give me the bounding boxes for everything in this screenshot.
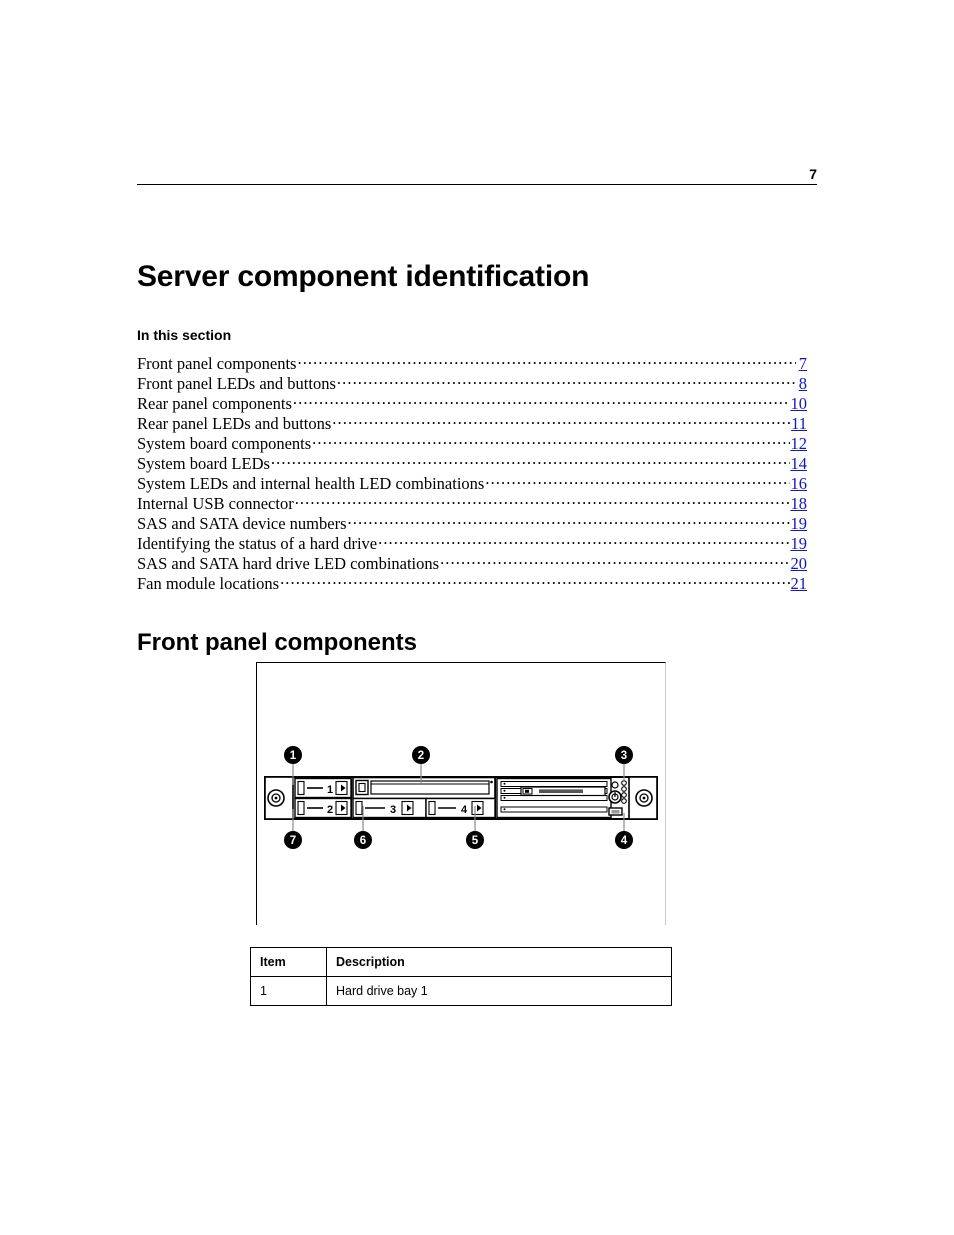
hard-drive-bay-2: 2: [294, 797, 352, 819]
callout-number: 5: [472, 835, 479, 847]
svg-text:1: 1: [327, 784, 333, 796]
callout-bubble-3: 3: [615, 746, 633, 764]
right-rack-ear: [628, 776, 658, 820]
callout-number: 1: [290, 750, 297, 762]
callout-group-top: 1 2 3: [284, 746, 633, 764]
callout-bubble-1: 1: [284, 746, 302, 764]
callout-number: 3: [621, 750, 627, 762]
toc-leader-dots: [295, 495, 790, 509]
callout-bubble-5: 5: [466, 831, 484, 849]
toc-entry-page-number[interactable]: 16: [791, 474, 808, 494]
toc-entry-page-number[interactable]: 12: [791, 434, 808, 454]
table-row: 1 Hard drive bay 1: [250, 976, 672, 1006]
hard-drive-bay-3: 3: [352, 797, 427, 819]
toc-entry-page-number[interactable]: 21: [791, 574, 808, 594]
toc-entry-title: Identifying the status of a hard drive: [137, 534, 378, 553]
callout-bubble-7: 7: [284, 831, 302, 849]
toc-entry-title: Front panel components: [137, 354, 297, 373]
left-rack-ear: [264, 776, 294, 820]
toc-entry[interactable]: Identifying the status of a hard drive 19: [137, 534, 807, 554]
toc-entry[interactable]: System board LEDs 14: [137, 454, 807, 474]
toc-leader-dots: [485, 475, 789, 489]
svg-text:4: 4: [461, 804, 468, 816]
toc-entry-page-number[interactable]: 11: [791, 414, 807, 434]
table-cell-item: 1: [250, 976, 327, 1006]
component-item-table: Item Description 1 Hard drive bay 1: [250, 947, 672, 1006]
toc-entry-title: System LEDs and internal health LED comb…: [137, 474, 485, 493]
toc-entry[interactable]: Front panel LEDs and buttons 8: [137, 374, 807, 394]
svg-text:3: 3: [390, 804, 396, 816]
toc-entry[interactable]: System LEDs and internal health LED comb…: [137, 474, 807, 494]
callout-group-bottom: 7 6 5 4: [284, 831, 633, 849]
callout-bubble-4: 4: [615, 831, 633, 849]
toc-entry[interactable]: System board components 12: [137, 434, 807, 454]
table-body: 1 Hard drive bay 1: [250, 976, 672, 1006]
toc-leader-dots: [293, 395, 790, 409]
toc-entry[interactable]: Rear panel LEDs and buttons 11: [137, 414, 807, 434]
table-header-item: Item: [250, 947, 327, 977]
hard-drive-bay-1: 1: [294, 777, 352, 799]
toc-entry-title: Rear panel components: [137, 394, 292, 413]
toc-entry-page-number[interactable]: 14: [791, 454, 808, 474]
table-header-row: Item Description: [250, 947, 672, 977]
toc-entry-title: Fan module locations: [137, 574, 280, 593]
server-front-view-diagram: 1 2 3 4 1 2 3 7 6 5 4: [264, 746, 658, 849]
document-page: 7 Server component identification In thi…: [0, 0, 954, 1235]
bezel-product-label: [520, 786, 606, 797]
toc-leader-dots: [312, 435, 789, 449]
toc-entry-title: Internal USB connector: [137, 494, 294, 513]
callout-number: 6: [360, 835, 366, 847]
toc-entry[interactable]: Front panel components 7: [137, 354, 807, 374]
toc-entry-page-number[interactable]: 19: [791, 514, 808, 534]
callout-number: 4: [621, 835, 628, 847]
header-page-number: 7: [809, 166, 817, 182]
toc-entry-title: SAS and SATA hard drive LED combinations: [137, 554, 440, 573]
table-cell-description: Hard drive bay 1: [326, 976, 672, 1006]
page-header: 7: [137, 166, 817, 185]
toc-entry-title: System board components: [137, 434, 312, 453]
callout-bubble-6: 6: [354, 831, 372, 849]
toc-entry-page-number[interactable]: 8: [797, 374, 807, 394]
toc-entry-title: Front panel LEDs and buttons: [137, 374, 336, 393]
front-panel-figure: 1 2 3 4 1 2 3 7 6 5 4: [256, 662, 666, 925]
section-heading-front-panel-components: Front panel components: [137, 628, 418, 656]
in-this-section-label: In this section: [137, 327, 232, 343]
toc-entry-title: Rear panel LEDs and buttons: [137, 414, 332, 433]
callout-number: 2: [418, 750, 424, 762]
server-chassis: 1 2 3 4: [264, 776, 658, 820]
toc-leader-dots: [440, 555, 789, 569]
toc-entry-title: System board LEDs: [137, 454, 270, 473]
callout-number: 7: [290, 835, 296, 847]
toc-leader-dots: [280, 575, 789, 589]
svg-text:2: 2: [327, 804, 333, 816]
toc-entry-page-number[interactable]: 10: [791, 394, 808, 414]
toc-entry-page-number[interactable]: 19: [791, 534, 808, 554]
toc-leader-dots: [271, 455, 790, 469]
toc-entry-page-number[interactable]: 20: [791, 554, 808, 574]
header-rule: [137, 184, 817, 185]
toc-entry[interactable]: Rear panel components 10: [137, 394, 807, 414]
table-of-contents: Front panel components7Front panel LEDs …: [137, 354, 807, 594]
toc-entry-title: SAS and SATA device numbers: [137, 514, 347, 533]
front-bezel-vent-panel: [496, 777, 612, 819]
table-header-description: Description: [326, 947, 672, 977]
toc-entry[interactable]: Fan module locations 21: [137, 574, 807, 594]
toc-leader-dots: [378, 535, 789, 549]
toc-entry[interactable]: Internal USB connector 18: [137, 494, 807, 514]
toc-leader-dots: [337, 375, 796, 389]
page-title: Server component identification: [137, 260, 590, 294]
optical-drive-bay: [352, 776, 496, 800]
toc-entry-page-number[interactable]: 18: [791, 494, 808, 514]
hard-drive-bay-4: 4: [425, 797, 496, 819]
toc-entry[interactable]: SAS and SATA hard drive LED combinations…: [137, 554, 807, 574]
toc-entry-page-number[interactable]: 7: [797, 354, 807, 374]
toc-leader-dots: [297, 355, 796, 369]
front-connector-port: [608, 807, 623, 816]
toc-leader-dots: [332, 415, 790, 429]
toc-entry[interactable]: SAS and SATA device numbers 19: [137, 514, 807, 534]
callout-bubble-2: 2: [412, 746, 430, 764]
toc-leader-dots: [348, 515, 790, 529]
